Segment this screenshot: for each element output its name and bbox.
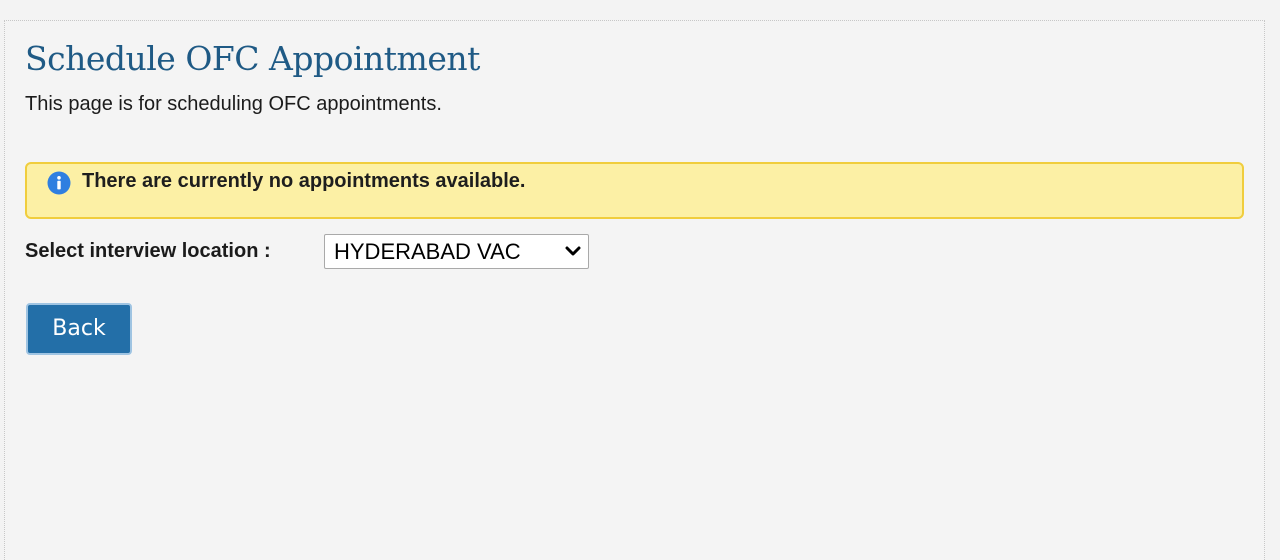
info-icon xyxy=(47,171,71,195)
chevron-down-icon xyxy=(565,246,581,256)
location-label: Select interview location : xyxy=(25,240,271,262)
page-description: This page is for scheduling OFC appointm… xyxy=(25,93,442,115)
page-title: Schedule OFC Appointment xyxy=(25,39,480,78)
alert-message: There are currently no appointments avai… xyxy=(82,170,526,192)
no-appointments-alert: There are currently no appointments avai… xyxy=(25,162,1244,219)
page-container: Schedule OFC Appointment This page is fo… xyxy=(4,20,1265,560)
back-button[interactable]: Back xyxy=(26,303,132,355)
selected-location: HYDERABAD VAC xyxy=(334,239,521,264)
interview-location-select[interactable]: HYDERABAD VAC xyxy=(324,234,589,269)
